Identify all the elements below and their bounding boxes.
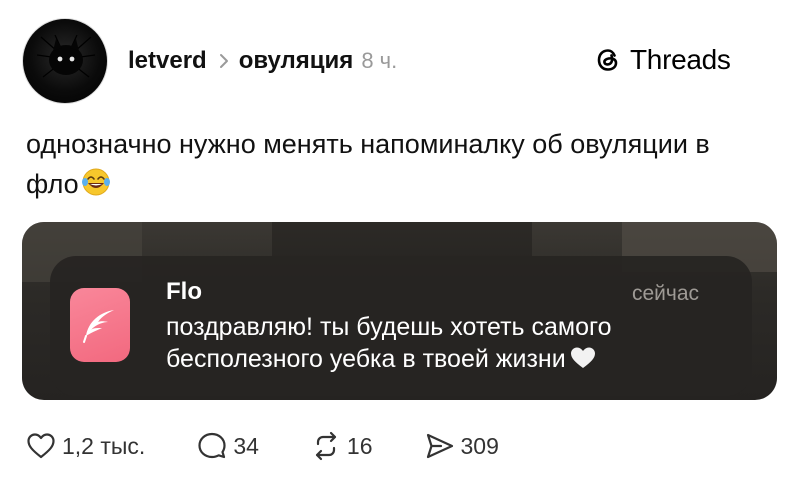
threads-logo-icon — [597, 49, 618, 71]
comment-icon — [198, 432, 226, 459]
topic-tag[interactable]: овуляция — [239, 47, 354, 75]
repost-button[interactable]: 16 — [311, 431, 373, 461]
comment-count: 34 — [233, 432, 259, 459]
share-count: 309 — [460, 432, 499, 459]
post-time: 8 ч. — [361, 48, 398, 73]
laughing-emoji-icon — [81, 168, 110, 196]
white-heart-icon — [570, 347, 595, 368]
post-header: letverd овуляция 8 ч. — [128, 44, 397, 78]
heart-icon — [27, 433, 55, 459]
notification-app-name: Flo — [166, 278, 202, 305]
background-shape — [272, 222, 532, 256]
repost-count: 16 — [346, 432, 373, 459]
username[interactable]: letverd — [128, 47, 207, 75]
like-button[interactable]: 1,2 тыс. — [26, 431, 145, 461]
post-body: однозначно нужно менять напоминалку об о… — [26, 129, 710, 199]
send-icon — [426, 433, 453, 459]
notification-message-text: поздравляю! ты будешь хотеть самого бесп… — [166, 313, 612, 373]
threads-brand: Threads — [592, 42, 731, 78]
feather-icon — [83, 310, 114, 343]
share-button[interactable]: 309 — [425, 431, 499, 461]
cat-avatar-image — [37, 35, 95, 78]
comment-button[interactable]: 34 — [197, 431, 259, 461]
avatar[interactable] — [22, 18, 108, 104]
notification-message: поздравляю! ты будешь хотеть самого бесп… — [166, 311, 726, 375]
action-bar: 1,2 тыс. 34 16 309 — [26, 428, 551, 464]
flo-app-icon — [70, 288, 130, 362]
like-count: 1,2 тыс. — [62, 432, 146, 459]
repost-icon — [315, 431, 337, 461]
threads-label: Threads — [630, 44, 731, 75]
notification-time: сейчас — [632, 282, 700, 305]
chevron-right-icon — [219, 54, 228, 68]
post-text: однозначно нужно менять напоминалку об о… — [26, 124, 746, 204]
